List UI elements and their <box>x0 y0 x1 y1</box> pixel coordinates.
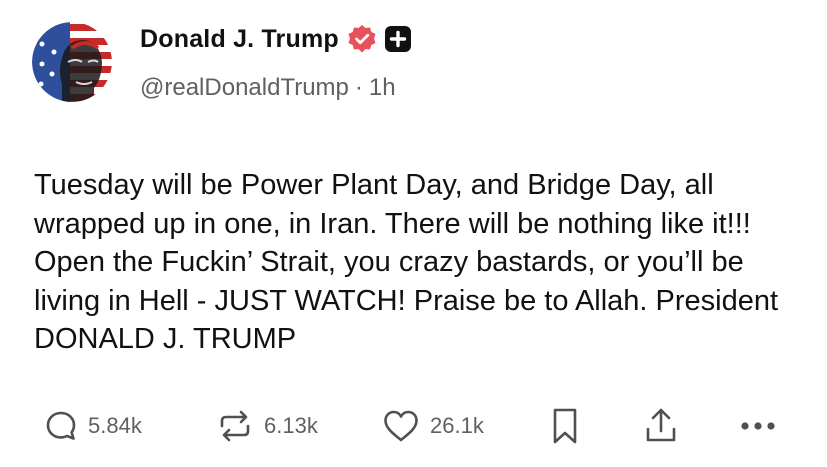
avatar[interactable] <box>32 22 112 102</box>
handle-separator: · <box>354 74 363 101</box>
repost-button[interactable]: 6.13k <box>216 404 318 448</box>
handle-row: @realDonaldTrump · 1h <box>140 74 396 102</box>
author-handle[interactable]: @realDonaldTrump <box>140 74 349 102</box>
reply-count: 5.84k <box>88 413 142 438</box>
author-name[interactable]: Donald J. Trump <box>140 25 339 54</box>
reply-button[interactable]: 5.84k <box>44 404 142 448</box>
repost-icon <box>220 410 250 442</box>
post-text: Tuesday will be Power Plant Day, and Bri… <box>34 169 779 355</box>
bookmark-icon <box>553 408 577 444</box>
heart-icon <box>384 410 418 442</box>
plus-badge-icon <box>384 26 411 52</box>
more-button[interactable] <box>738 404 778 448</box>
share-button[interactable] <box>644 404 678 448</box>
like-button[interactable]: 26.1k <box>382 404 484 448</box>
author-row: Donald J. Trump <box>140 24 411 54</box>
like-count: 26.1k <box>430 413 484 438</box>
more-icon <box>741 422 775 430</box>
avatar-image <box>32 22 112 102</box>
verified-badge-icon <box>348 25 376 53</box>
action-bar: 5.84k 6.13k 26.1k <box>44 404 804 448</box>
post-time[interactable]: 1h <box>369 74 396 102</box>
share-icon <box>646 408 676 442</box>
reply-icon <box>46 411 76 440</box>
bookmark-button[interactable] <box>550 404 580 448</box>
repost-count: 6.13k <box>264 413 318 438</box>
